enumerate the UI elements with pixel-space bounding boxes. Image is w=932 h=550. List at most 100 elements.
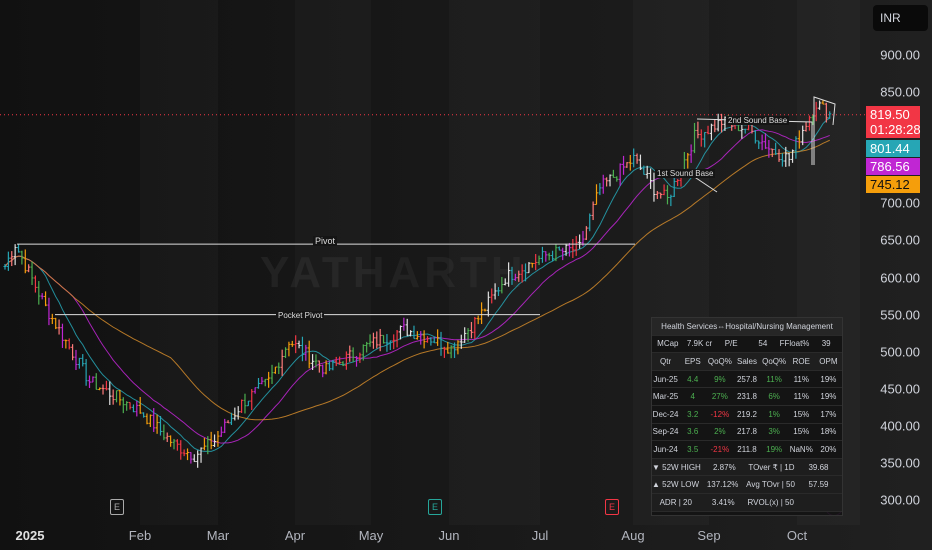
month-band [295,0,371,525]
table-cell: Avg TOvr | 50 [746,480,795,490]
table-row: Dec-24 3.2 -12% 219.2 1% 15% 17% [652,406,842,424]
price-tick: 450.00 [880,381,920,397]
table-cell: OPM [819,356,838,366]
ma2-tag: 786.56 [866,158,920,175]
last-price: 819.50 [870,107,910,122]
table-cell: NaN% [789,444,813,454]
price-tick: 700.00 [880,195,920,211]
table-cell: 4 [690,392,695,402]
table-cell: Jun-24 [653,444,678,454]
pocket-pivot-label: Pocket Pivot [276,311,325,320]
table-title: Health Services⇔Hospital/Nursing Managem… [661,321,833,331]
table-cell: 2% [714,427,726,437]
table-cell: P/E [724,339,738,349]
table-cell: 27% [711,392,728,402]
table-cell: 19% [820,392,837,402]
table-cell: -21% [710,444,730,454]
table-cell: -12% [710,409,730,419]
table-cell: 54 [758,339,768,349]
table-cell: 15% [793,409,810,419]
price-tick: 850.00 [880,84,920,100]
second-sound-base-label: 2nd Sound Base [726,116,790,125]
table-cell: Mar-25 [652,392,679,402]
table-cell: 137.12% [706,480,739,490]
table-cell: 39 [821,339,831,349]
table-cell: 20% [820,444,837,454]
table-cell: ▼ 52W HIGH [652,462,701,472]
header-row: Qtr EPS QoQ% Sales QoQ% ROE OPM [652,353,842,371]
footer-row: ▲ 52W LOW 137.12% Avg TOvr | 50 57.59 [652,476,842,494]
table-cell: 18% [820,427,837,437]
month-band [449,0,540,525]
table-cell: RVOL(x) | 50 [747,497,794,507]
table-cell: 3.41% [711,497,735,507]
table-cell: 2.87% [713,462,736,472]
earnings-event-icon[interactable]: E [428,499,442,515]
last-price-tag: 819.50 01:28:28 [866,106,921,138]
pivot-label: Pivot [313,236,338,246]
price-tick: 350.00 [880,455,920,471]
footer-row: ADR | 20 3.41% RVOL(x) | 50 [652,493,842,512]
table-cell: ROE [792,356,810,366]
price-tick: 550.00 [880,307,920,323]
price-tick: 600.00 [880,270,920,285]
price-tick: 400.00 [880,418,920,434]
table-cell: QoQ% [762,356,787,366]
table-cell: 3.2 [687,409,699,419]
table-cell: Sales [736,356,757,366]
table-cell: 19% [766,444,783,454]
price-tick: 500.00 [880,344,920,360]
table-cell: 3.6 [687,427,699,437]
table-row: Sep-24 3.6 2% 217.8 3% 15% 18% [652,424,842,442]
earnings-event-icon[interactable]: E [110,499,124,515]
table-cell: 3% [768,427,780,437]
table-cell: 11% [793,374,809,384]
time-tick: Jul [531,528,549,543]
price-tick: 300.00 [880,492,920,508]
table-cell: 6% [768,392,780,402]
table-cell: 19% [820,374,837,384]
table-cell: TOver ₹ | 1D [748,462,795,472]
time-tick: Feb [128,528,152,543]
table-row: Mar-25 4 27% 231.8 6% 11% 19% [652,388,842,406]
time-tick: Jun [438,528,460,543]
info-row: MCap 7.9K cr P/E 54 FFloat% 39 [652,336,842,354]
table-cell: ADR | 20 [659,497,692,507]
table-cell: Dec-24 [652,409,679,419]
time-tick: Sep [697,528,721,543]
time-tick: May [358,528,384,543]
table-cell: EPS [684,356,701,366]
table-cell: 9% [714,374,726,384]
table-cell: ▲ 52W LOW [652,480,700,490]
ma3-tag: 745.12 [866,176,920,193]
price-tick: 650.00 [880,232,920,248]
table-cell: FFloat% [779,339,810,349]
first-sound-base-label: 1st Sound Base [655,169,716,178]
table-cell: 15% [793,427,810,437]
table-cell: 17% [820,409,837,419]
time-tick: Oct [786,528,808,543]
time-tick: 2025 [15,528,45,543]
table-cell: Sep-24 [652,427,679,437]
table-cell: 211.8 [737,444,757,454]
table-cell: 1% [768,409,780,419]
table-cell: 257.8 [736,374,757,384]
currency-button[interactable]: INR [873,5,928,31]
table-cell: 219.2 [736,409,757,419]
table-cell: 3.5 [687,444,699,454]
table-cell: 11% [766,374,782,384]
earnings-event-icon[interactable]: E [605,499,619,515]
table-cell: 217.8 [736,427,757,437]
table-cell: 39.68 [808,462,829,472]
table-cell: MCap [657,339,679,349]
time-tick: Apr [284,528,306,543]
time-tick: Mar [206,528,230,543]
fundamentals-table: Health Services⇔Hospital/Nursing Managem… [651,317,843,516]
table-cell: QoQ% [707,356,732,366]
table-row: Jun-24 3.5 -21% 211.8 19% NaN% 20% [652,441,842,459]
table-row: Jun-25 4.4 9% 257.8 11% 11% 19% [652,371,842,389]
table-cell: 4.4 [687,374,699,384]
bar-countdown: 01:28:28 [870,122,921,137]
time-tick: Aug [621,528,645,543]
price-tick: 900.00 [880,47,920,63]
